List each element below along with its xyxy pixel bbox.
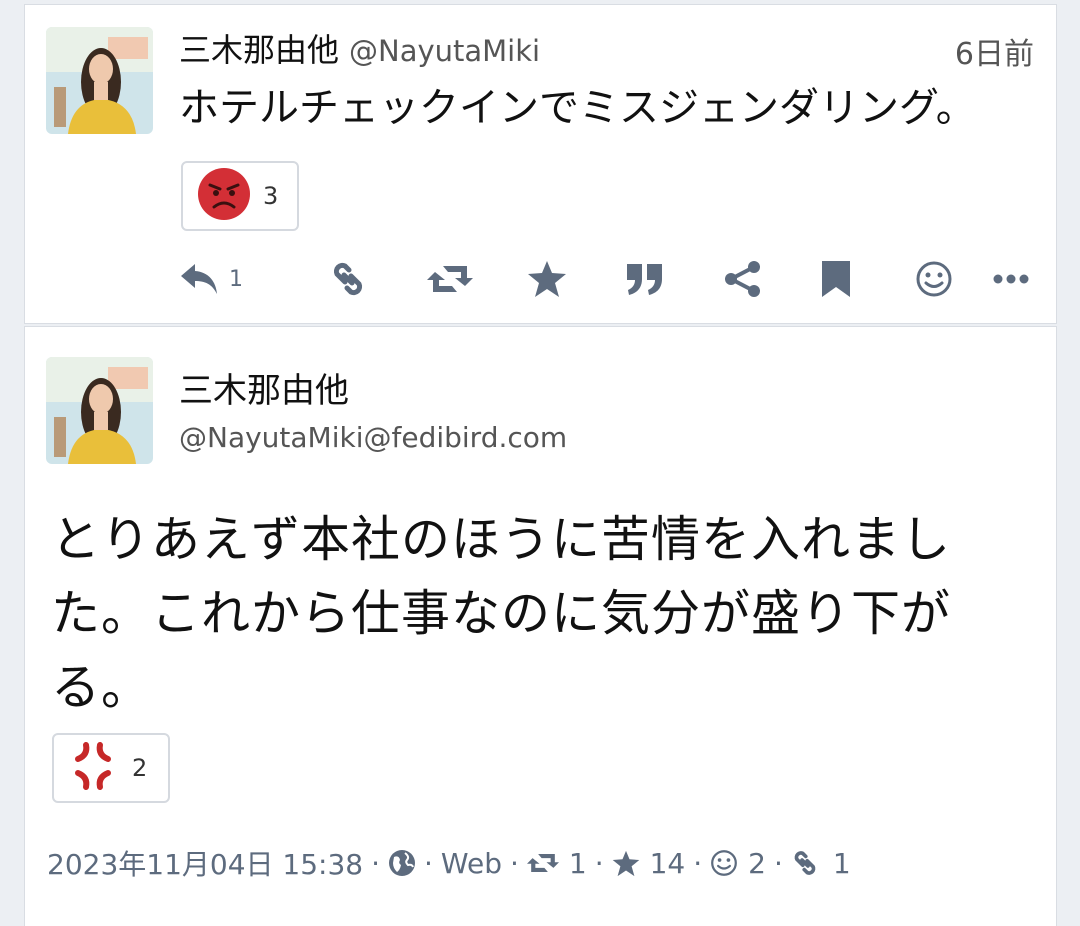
favourite-button[interactable] bbox=[527, 257, 567, 301]
status-datetime[interactable]: 2023年11月04日 15:38 bbox=[47, 843, 363, 883]
avatar[interactable] bbox=[46, 27, 153, 134]
avatar[interactable] bbox=[46, 357, 153, 464]
reaction-total[interactable]: 2 bbox=[748, 847, 766, 880]
meta-separator: · bbox=[594, 846, 604, 880]
reply-count: 1 bbox=[229, 266, 243, 292]
reference-count[interactable]: 1 bbox=[833, 847, 851, 880]
display-name[interactable]: 三木那由他 bbox=[179, 31, 339, 69]
account-handle[interactable]: @NayutaMiki@fedibird.com bbox=[179, 421, 567, 454]
status-text: とりあえず本社のほうに苦情を入れました。これから仕事なのに気分が盛り下がる。 bbox=[51, 511, 952, 716]
emoji-reaction-button[interactable]: 3 bbox=[181, 161, 299, 231]
reaction-count: 2 bbox=[132, 754, 148, 782]
reaction-count: 3 bbox=[263, 182, 279, 210]
boost-button[interactable] bbox=[427, 257, 473, 301]
application-name[interactable]: Web bbox=[441, 847, 502, 880]
status-text: ホテルチェックインでミスジェンダリング。 bbox=[179, 85, 976, 131]
emoji-reaction-button[interactable]: 2 bbox=[52, 733, 170, 803]
bookmark-icon bbox=[821, 260, 851, 298]
relative-time[interactable]: 6日前 bbox=[955, 29, 1034, 73]
star-icon bbox=[527, 260, 567, 298]
meta-separator: · bbox=[509, 846, 519, 880]
anger-symbol-icon bbox=[66, 739, 120, 797]
favourite-count[interactable]: 14 bbox=[650, 847, 686, 880]
retweet-icon bbox=[526, 851, 559, 875]
reply-button[interactable]: 1 bbox=[179, 257, 243, 301]
author-name-line[interactable]: 三木那由他 @NayutaMiki bbox=[179, 25, 540, 71]
quote-button[interactable] bbox=[625, 257, 665, 301]
bookmark-button[interactable] bbox=[821, 257, 851, 301]
share-icon bbox=[723, 260, 763, 298]
copy-link-button[interactable] bbox=[329, 257, 367, 301]
boost-count[interactable]: 1 bbox=[569, 847, 587, 880]
status-action-bar: 1 bbox=[179, 257, 1039, 301]
meta-separator: · bbox=[693, 846, 703, 880]
status-card[interactable]: 三木那由他 @NayutaMiki 6日前 ホテルチェックインでミスジェンダリング… bbox=[24, 4, 1057, 324]
more-button[interactable] bbox=[993, 257, 1029, 301]
smile-icon bbox=[915, 260, 953, 298]
reply-icon bbox=[179, 262, 219, 296]
globe-icon bbox=[388, 849, 416, 877]
star-icon bbox=[612, 850, 640, 877]
account-handle[interactable]: @NayutaMiki bbox=[349, 34, 540, 68]
link-icon bbox=[791, 849, 819, 877]
ellipsis-icon bbox=[993, 273, 1029, 285]
meta-separator: · bbox=[424, 846, 433, 880]
meta-separator: · bbox=[773, 846, 783, 880]
retweet-icon bbox=[427, 262, 473, 296]
add-reaction-button[interactable] bbox=[915, 257, 953, 301]
status-meta: 2023年11月04日 15:38 · · Web · 1 · 14 · 2 ·… bbox=[47, 843, 851, 883]
share-button[interactable] bbox=[723, 257, 763, 301]
detailed-status: 三木那由他 @NayutaMiki@fedibird.com とりあえず本社のほ… bbox=[24, 326, 1057, 926]
angry-face-icon bbox=[197, 167, 251, 225]
link-icon bbox=[329, 260, 367, 298]
display-name[interactable]: 三木那由他 bbox=[179, 363, 349, 412]
meta-separator: · bbox=[371, 846, 381, 880]
quote-icon bbox=[625, 262, 665, 296]
smile-icon bbox=[710, 849, 738, 877]
